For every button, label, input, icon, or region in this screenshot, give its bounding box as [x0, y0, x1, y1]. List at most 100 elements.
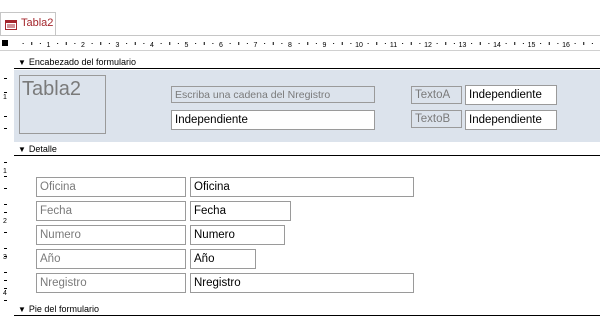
ruler-tick	[333, 43, 335, 44]
ruler-tick	[341, 42, 343, 45]
ruler-tick	[22, 43, 24, 44]
ruler-tick	[410, 42, 412, 45]
section-collapse-icon: ▼	[18, 305, 26, 314]
tab-label: Tabla2	[21, 17, 54, 29]
field-label-ano[interactable]: Año	[36, 249, 186, 269]
ruler-number: 4	[3, 290, 7, 297]
ruler-tick	[134, 42, 136, 45]
ruler-number: 1	[3, 94, 7, 101]
form-title-label[interactable]: Tabla2	[19, 75, 106, 134]
ruler-number: 5	[185, 42, 189, 49]
ruler-tick	[4, 116, 7, 117]
textoA-textbox[interactable]: Independiente	[465, 85, 557, 105]
ruler-tick	[4, 176, 7, 177]
field-textbox-nregistro[interactable]: Nregistro	[190, 273, 414, 293]
ruler-tick	[350, 43, 352, 44]
ruler-tick	[548, 42, 550, 45]
ruler-number: 1	[3, 168, 7, 175]
prompt-label[interactable]: Escriba una cadena del Nregistro	[171, 86, 375, 103]
ruler-tick	[4, 248, 7, 249]
ruler-tick	[471, 43, 473, 44]
ruler-tick	[307, 42, 309, 45]
ruler-tick	[540, 43, 542, 44]
ruler-tick	[31, 42, 33, 45]
section-bar-header[interactable]: ▼ Encabezado del formulario	[14, 55, 600, 69]
ruler-number: 7	[254, 42, 258, 49]
ruler-tick	[315, 43, 317, 44]
ruler-number: 14	[493, 42, 501, 49]
ruler-number: 12	[424, 42, 432, 49]
tab-tabla2[interactable]: Tabla2	[0, 12, 56, 35]
ruler-tick	[4, 300, 7, 301]
field-label-fecha[interactable]: Fecha	[36, 201, 186, 221]
unbound-textbox[interactable]: Independiente	[171, 110, 375, 130]
ruler-tick	[91, 43, 93, 44]
ruler-number: 9	[323, 42, 327, 49]
vertical-ruler[interactable]: 1 1 2 3 4	[0, 52, 12, 318]
textoB-label[interactable]: TextoB	[411, 110, 462, 128]
section-bar-footer-label: Pie del formulario	[28, 304, 99, 314]
ruler-tick	[108, 43, 110, 44]
ruler-tick	[169, 42, 171, 45]
ruler-number: 11	[390, 42, 397, 49]
section-bar-detail[interactable]: ▼ Detalle	[14, 142, 600, 156]
field-label-numero[interactable]: Numero	[36, 225, 186, 245]
ruler-tick	[177, 43, 179, 44]
ruler-tick	[4, 92, 7, 93]
ruler-tick	[479, 42, 481, 45]
ruler-tick	[557, 43, 559, 44]
ruler-tick	[367, 43, 369, 44]
ruler-tick	[384, 43, 386, 44]
section-bar-footer[interactable]: ▼ Pie del formulario	[14, 302, 600, 316]
ruler-number: 3	[3, 254, 7, 261]
ruler-tick	[4, 78, 7, 79]
ruler-tick	[39, 43, 41, 44]
ruler-number: 6	[219, 42, 223, 49]
section-bar-detail-label: Detalle	[28, 144, 57, 154]
ruler-tick	[264, 43, 266, 44]
ruler-tick	[4, 128, 7, 129]
ruler-tick	[591, 43, 593, 44]
ruler-number: 15	[528, 42, 536, 49]
ruler-tick	[246, 43, 248, 44]
horizontal-ruler[interactable]: 1 2 3 4 5 6 7 8 9 10 11 12 13 14 15 16	[0, 37, 600, 51]
ruler-number: 4	[150, 42, 154, 49]
ruler-tick	[419, 43, 421, 44]
ruler-tick	[4, 232, 7, 233]
ruler-tick	[4, 288, 7, 289]
form-icon	[5, 18, 17, 30]
ruler-tick	[298, 43, 300, 44]
ruler-tick	[203, 42, 205, 45]
ruler-number: 8	[288, 42, 292, 49]
section-collapse-icon: ▼	[18, 58, 26, 67]
ruler-tick	[4, 204, 7, 205]
ruler-tick	[436, 43, 438, 44]
field-label-oficina[interactable]: Oficina	[36, 177, 186, 197]
field-textbox-oficina[interactable]: Oficina	[190, 177, 414, 197]
ruler-tick	[4, 162, 7, 163]
textoA-label[interactable]: TextoA	[411, 86, 462, 104]
field-textbox-fecha[interactable]: Fecha	[190, 201, 291, 221]
ruler-number: 16	[562, 42, 570, 49]
field-label-nregistro[interactable]: Nregistro	[36, 273, 186, 293]
ruler-tick	[514, 42, 516, 45]
ruler-tick	[4, 212, 7, 213]
ruler-tick	[160, 43, 162, 44]
ruler-tick	[65, 42, 67, 45]
ruler-tick	[445, 42, 447, 45]
ruler-tick	[4, 272, 7, 273]
ruler-tick	[126, 43, 128, 44]
ruler-tick	[574, 43, 576, 44]
select-form-button[interactable]	[2, 40, 8, 46]
ruler-tick	[402, 43, 404, 44]
ruler-number: 13	[459, 42, 467, 49]
ruler-tick	[238, 42, 240, 45]
section-bar-header-label: Encabezado del formulario	[28, 57, 136, 67]
ruler-tick	[505, 43, 507, 44]
section-collapse-icon: ▼	[18, 145, 26, 154]
ruler-number: 3	[116, 42, 120, 49]
textoB-textbox[interactable]: Independiente	[465, 110, 557, 130]
ruler-number: 10	[355, 42, 363, 49]
field-textbox-ano[interactable]: Año	[190, 249, 256, 269]
field-textbox-numero[interactable]: Numero	[190, 225, 285, 245]
